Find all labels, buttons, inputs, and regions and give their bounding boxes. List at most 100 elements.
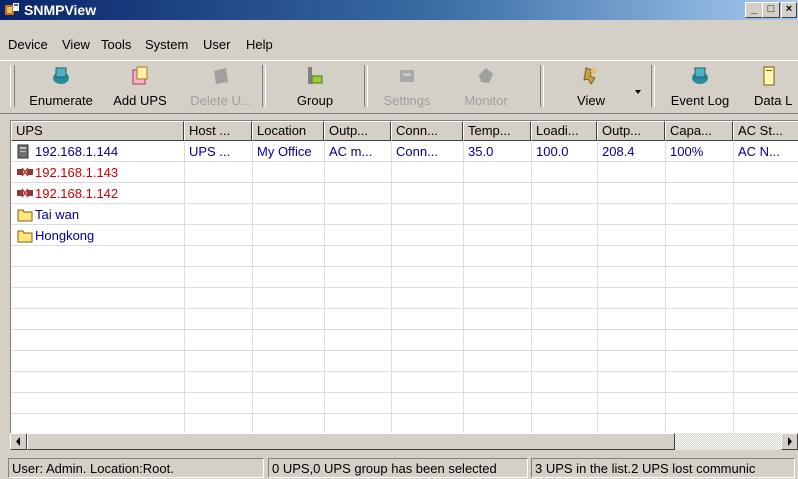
cell-host: UPS ... [189, 144, 231, 159]
close-icon: × [785, 3, 793, 15]
cell-ups: Hongkong [35, 228, 95, 243]
view-icon [583, 67, 597, 85]
scroll-left-button[interactable] [10, 433, 27, 450]
ups-list-view[interactable]: UPS Host ... Location Outp... Conn... Te… [10, 120, 798, 434]
table-row [11, 351, 798, 372]
scroll-right-button[interactable] [781, 433, 798, 450]
cell-location: My Office [257, 144, 312, 159]
add-ups-label: Add UPS [113, 93, 167, 108]
arrow-left-icon [16, 437, 20, 446]
toolbar: Enumerate Add UPS Delete U... Group Sett… [0, 60, 798, 114]
title-bar[interactable]: SNMPView _ □ × [0, 0, 798, 20]
menu-system[interactable]: System [145, 37, 188, 52]
table-row [11, 393, 798, 414]
monitor-button[interactable]: Monitor [451, 63, 521, 111]
column-header-ac-status[interactable]: AC St... [733, 121, 798, 141]
close-button[interactable]: × [781, 2, 797, 18]
table-row[interactable]: 192.168.1.143 [11, 162, 798, 183]
settings-button[interactable]: Settings [372, 63, 442, 111]
delete-ups-icon [214, 68, 228, 84]
event-log-button[interactable]: Event Log [663, 63, 737, 111]
cell-output-source: AC m... [329, 144, 373, 159]
minimize-button[interactable]: _ [745, 2, 763, 18]
add-ups-button[interactable]: Add UPS [101, 63, 179, 111]
column-header-capacity[interactable]: Capa... [665, 121, 733, 141]
settings-icon [400, 70, 414, 82]
folder-icon [17, 209, 33, 222]
menu-tools[interactable]: Tools [101, 37, 131, 52]
data-log-label: Data L [754, 93, 793, 108]
column-header-connection[interactable]: Conn... [391, 121, 463, 141]
arrow-right-icon [788, 437, 792, 446]
status-summary: 3 UPS in the list.2 UPS lost communic [531, 458, 795, 478]
column-header-ups[interactable]: UPS [11, 121, 184, 141]
column-header-location[interactable]: Location [252, 121, 324, 141]
event-log-label: Event Log [670, 93, 730, 108]
cell-ups: 192.168.1.142 [35, 186, 119, 201]
menu-view[interactable]: View [62, 37, 90, 52]
toolbar-separator [540, 65, 544, 107]
cell-ups: Tai wan [35, 207, 80, 222]
view-dropdown-arrow-icon[interactable] [635, 90, 641, 94]
status-bar: User: Admin. Location:Root. 0 UPS,0 UPS … [0, 455, 798, 479]
menu-device[interactable]: Device [8, 37, 48, 52]
lost-connection-icon [17, 167, 33, 177]
group-button[interactable]: Group [280, 63, 350, 111]
view-label: View [577, 93, 605, 108]
scrollbar-track[interactable] [675, 433, 781, 450]
enumerate-label: Enumerate [29, 93, 93, 108]
delete-ups-label: Delete U... [190, 93, 252, 108]
status-user-location: User: Admin. Location:Root. [8, 458, 264, 478]
toolbar-grip[interactable] [10, 65, 15, 107]
table-row [11, 309, 798, 330]
window-title: SNMPView [24, 2, 97, 18]
network-enumerate-icon [53, 67, 69, 84]
column-header-output[interactable]: Outp... [597, 121, 665, 141]
menu-user[interactable]: User [203, 37, 230, 52]
toolbar-separator [364, 65, 368, 107]
folder-icon [17, 230, 33, 243]
cell-loading: 100.0 [536, 144, 569, 159]
ups-device-icon [17, 144, 29, 159]
cell-ups: 192.168.1.144 [35, 144, 119, 159]
table-row[interactable]: Hongkong [11, 225, 798, 246]
cell-output: 208.4 [602, 144, 635, 159]
table-row [11, 246, 798, 267]
table-row[interactable]: 192.168.1.144 UPS ... My Office AC m... … [11, 141, 798, 162]
event-log-icon [692, 67, 708, 84]
horizontal-scrollbar[interactable] [10, 433, 798, 450]
monitor-label: Monitor [464, 93, 508, 108]
app-icon [5, 3, 19, 15]
table-row [11, 267, 798, 288]
add-ups-icon [132, 66, 148, 85]
restore-icon: □ [767, 3, 775, 15]
table-row [11, 372, 798, 393]
menu-bar: Device View Tools System User Help [0, 20, 798, 60]
group-label: Group [296, 93, 334, 108]
toolbar-separator [651, 65, 655, 107]
cell-connection: Conn... [396, 144, 438, 159]
minimize-icon: _ [750, 3, 758, 15]
restore-button[interactable]: □ [762, 2, 780, 18]
column-header-output-source[interactable]: Outp... [324, 121, 391, 141]
column-header-host[interactable]: Host ... [184, 121, 252, 141]
enumerate-button[interactable]: Enumerate [24, 63, 98, 111]
view-button[interactable]: View [554, 63, 628, 111]
status-selection: 0 UPS,0 UPS group has been selected [268, 458, 528, 478]
column-header-temperature[interactable]: Temp... [463, 121, 531, 141]
column-header-loading[interactable]: Loadi... [531, 121, 597, 141]
data-log-icon [763, 66, 775, 86]
table-row[interactable]: Tai wan [11, 204, 798, 225]
data-log-button[interactable]: Data L [748, 63, 798, 111]
scrollbar-thumb[interactable] [27, 433, 675, 450]
lost-connection-icon [17, 188, 33, 198]
table-row [11, 414, 798, 434]
monitor-icon [479, 68, 493, 83]
cell-temperature: 35.0 [468, 144, 494, 159]
table-row[interactable]: 192.168.1.142 [11, 183, 798, 204]
cell-capacity: 100% [670, 144, 704, 159]
menu-help[interactable]: Help [246, 37, 273, 52]
table-row [11, 288, 798, 309]
delete-ups-button[interactable]: Delete U... [186, 63, 256, 111]
toolbar-separator [262, 65, 266, 107]
